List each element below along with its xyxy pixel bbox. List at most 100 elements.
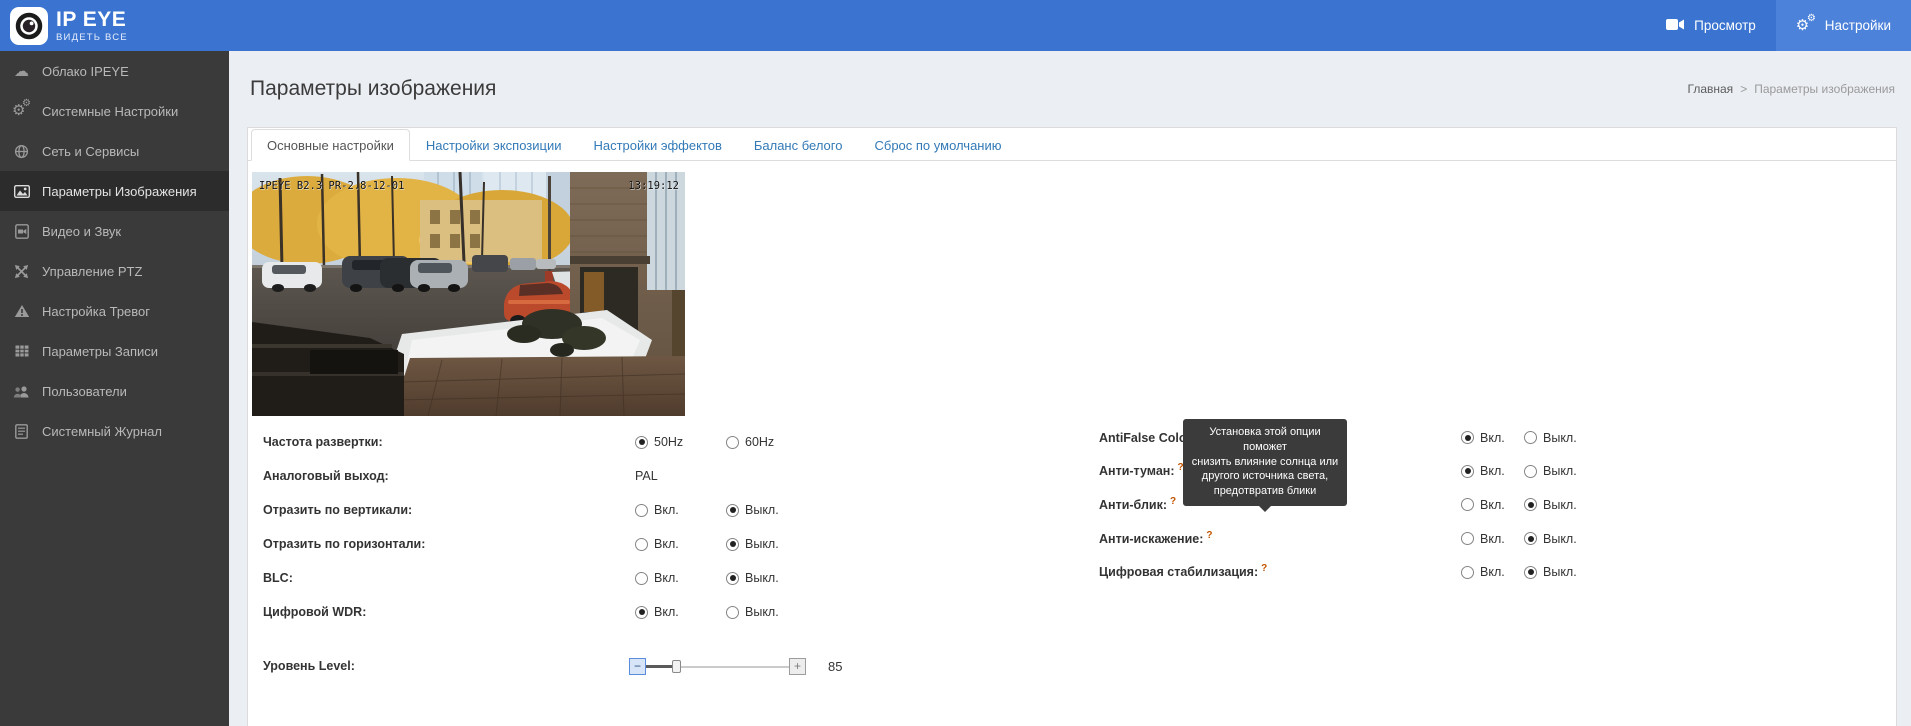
radio-off[interactable] xyxy=(1524,532,1537,545)
radio-option-off[interactable]: Выкл. xyxy=(726,537,817,551)
radio-option-off[interactable]: Выкл. xyxy=(726,571,817,585)
sidebar-item-record-parameters[interactable]: Параметры Записи xyxy=(0,331,229,371)
sidebar-item-label: Пользователи xyxy=(42,384,127,399)
radio-on[interactable] xyxy=(1461,532,1474,545)
help-icon[interactable]: ? xyxy=(1170,496,1176,507)
radio-option-on[interactable]: Вкл. xyxy=(1461,532,1524,546)
radio-on[interactable] xyxy=(635,606,648,619)
tab-basic-settings[interactable]: Основные настройки xyxy=(251,129,410,161)
view-button-label: Просмотр xyxy=(1694,18,1756,33)
topbar-actions: Просмотр ⚙ ⚙ Настройки xyxy=(1646,0,1911,51)
radio-on[interactable] xyxy=(635,572,648,585)
breadcrumb: Главная > Параметры изображения xyxy=(1688,82,1896,96)
sidebar-item-ptz-control[interactable]: Управление PTZ xyxy=(0,251,229,291)
form-row-blc: BLC: Вкл. Выкл. xyxy=(263,561,883,595)
radio-option-on[interactable]: Вкл. xyxy=(635,605,726,619)
sidebar-item-label: Облако IPEYE xyxy=(42,64,129,79)
help-icon[interactable]: ? xyxy=(1261,563,1267,574)
breadcrumb-home-link[interactable]: Главная xyxy=(1688,82,1734,96)
video-camera-icon xyxy=(1666,18,1685,34)
analog-output-value: PAL xyxy=(635,469,658,483)
radio-option-on[interactable]: Вкл. xyxy=(1461,464,1524,478)
radio-off[interactable] xyxy=(1524,465,1537,478)
radio-option-off[interactable]: Выкл. xyxy=(1524,498,1587,512)
radio-option-on[interactable]: Вкл. xyxy=(635,537,726,551)
radio-50hz[interactable] xyxy=(635,436,648,449)
sidebar-item-label: Управление PTZ xyxy=(42,264,142,279)
form-row-flip-horizontal: Отразить по горизонтали: Вкл. Выкл. xyxy=(263,527,883,561)
help-icon[interactable]: ? xyxy=(1206,530,1212,541)
radio-option-on[interactable]: Вкл. xyxy=(1461,431,1524,445)
sidebar-item-alarm-settings[interactable]: Настройка Тревог xyxy=(0,291,229,331)
sidebar-item-label: Системные Настройки xyxy=(42,104,178,119)
form-row-digital-stabilization: Цифровая стабилизация:? Вкл. Выкл. xyxy=(1099,555,1719,589)
users-icon xyxy=(12,385,31,398)
view-button[interactable]: Просмотр xyxy=(1646,0,1776,51)
radio-option-off[interactable]: Выкл. xyxy=(1524,464,1587,478)
radio-on[interactable] xyxy=(635,504,648,517)
radio-off[interactable] xyxy=(1524,566,1537,579)
radio-on[interactable] xyxy=(1461,431,1474,444)
tab-exposure-settings[interactable]: Настройки экспозиции xyxy=(410,129,578,161)
radio-off[interactable] xyxy=(726,572,739,585)
tab-white-balance[interactable]: Баланс белого xyxy=(738,129,859,161)
sidebar-item-label: Сеть и Сервисы xyxy=(42,144,139,159)
sidebar-item-network-services[interactable]: Сеть и Сервисы xyxy=(0,131,229,171)
image-icon xyxy=(12,185,31,198)
radio-option-on[interactable]: Вкл. xyxy=(635,503,726,517)
radio-on[interactable] xyxy=(1461,465,1474,478)
radio-option-50hz[interactable]: 50Hz xyxy=(635,435,726,449)
radio-option-on[interactable]: Вкл. xyxy=(1461,565,1524,579)
tab-effects-settings[interactable]: Настройки эффектов xyxy=(577,129,737,161)
page-title: Параметры изображения xyxy=(250,77,496,101)
slider-track[interactable] xyxy=(646,658,789,675)
radio-on[interactable] xyxy=(1461,498,1474,511)
sidebar-item-image-parameters[interactable]: Параметры Изображения xyxy=(0,171,229,211)
field-label: Аналоговый выход: xyxy=(263,469,635,483)
breadcrumb-current: Параметры изображения xyxy=(1754,82,1895,96)
form-row-analog-output: Аналоговый выход: PAL xyxy=(263,459,883,493)
sidebar-item-system-settings[interactable]: ⚙ ⚙ Системные Настройки xyxy=(0,91,229,131)
journal-icon xyxy=(12,424,31,439)
sidebar-item-cloud-ipeye[interactable]: ☁ Облако IPEYE xyxy=(0,51,229,91)
radio-off[interactable] xyxy=(726,538,739,551)
radio-option-off[interactable]: Выкл. xyxy=(1524,532,1587,546)
radio-option-off[interactable]: Выкл. xyxy=(726,503,817,517)
radio-option-60hz[interactable]: 60Hz xyxy=(726,435,817,449)
radio-option-off[interactable]: Выкл. xyxy=(1524,565,1587,579)
sidebar-item-users[interactable]: Пользователи xyxy=(0,371,229,411)
radio-60hz[interactable] xyxy=(726,436,739,449)
radio-off[interactable] xyxy=(1524,431,1537,444)
radio-option-on[interactable]: Вкл. xyxy=(635,571,726,585)
sidebar-item-video-audio[interactable]: Видео и Звук xyxy=(0,211,229,251)
alarm-triangle-icon xyxy=(12,304,31,318)
camera-preview: IPEYE B2.3 PR-2.8-12-01 IPEYE B2.3 PR-2.… xyxy=(252,172,685,416)
tab-reset-defaults[interactable]: Сброс по умолчанию xyxy=(858,129,1017,161)
radio-option-off[interactable]: Выкл. xyxy=(726,605,817,619)
sidebar: ☁ Облако IPEYE ⚙ ⚙ Системные Настройки С… xyxy=(0,51,229,726)
slider-handle[interactable] xyxy=(672,660,681,673)
sidebar-item-label: Системный Журнал xyxy=(42,424,162,439)
tooltip-line: предотвратив блики xyxy=(1189,484,1341,499)
radio-on[interactable] xyxy=(635,538,648,551)
radio-off[interactable] xyxy=(726,504,739,517)
sidebar-item-label: Настройка Тревог xyxy=(42,304,150,319)
settings-card: Основные настройки Настройки экспозиции … xyxy=(247,127,1897,726)
radio-option-off[interactable]: Выкл. xyxy=(1524,431,1587,445)
sidebar-item-system-log[interactable]: Системный Журнал xyxy=(0,411,229,451)
help-tooltip: Установка этой опции поможет снизить вли… xyxy=(1183,419,1347,506)
settings-button-label: Настройки xyxy=(1825,18,1891,33)
slider-minus-button[interactable]: − xyxy=(629,658,646,675)
radio-on[interactable] xyxy=(1461,566,1474,579)
settings-button[interactable]: ⚙ ⚙ Настройки xyxy=(1776,0,1911,51)
radio-off[interactable] xyxy=(1524,498,1537,511)
level-slider: − + xyxy=(629,658,806,675)
slider-plus-button[interactable]: + xyxy=(789,658,806,675)
field-label: Частота развертки: xyxy=(263,435,635,449)
gears-icon: ⚙ ⚙ xyxy=(12,102,31,120)
radio-off[interactable] xyxy=(726,606,739,619)
field-label: Анти-искажение:? xyxy=(1099,532,1461,546)
field-label: Отразить по горизонтали: xyxy=(263,537,635,551)
logo-subtitle: ВИДЕТЬ ВСЕ xyxy=(56,33,128,43)
radio-option-on[interactable]: Вкл. xyxy=(1461,498,1524,512)
